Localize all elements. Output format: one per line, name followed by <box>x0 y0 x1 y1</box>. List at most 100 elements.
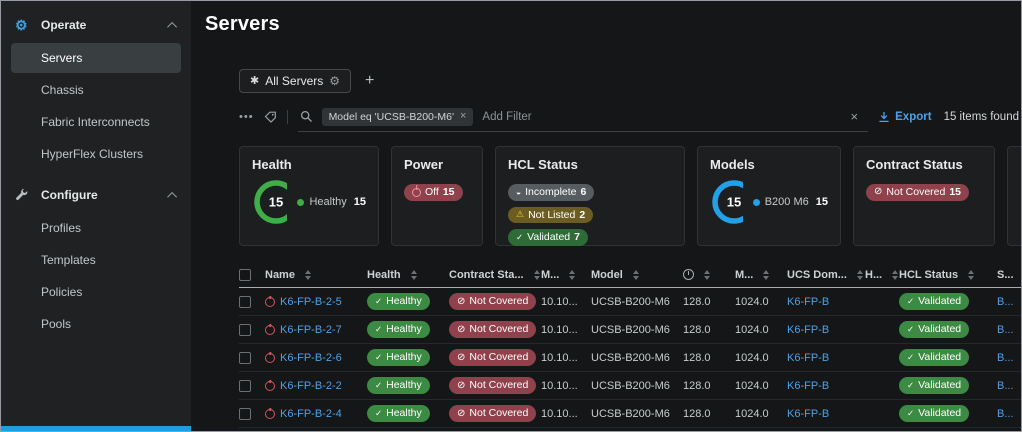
hcl-status-card[interactable]: HCL Status ◒ Incomplete 6 ⚠ Not Listed 2 <box>495 146 685 246</box>
sort-icon <box>968 269 975 280</box>
more-actions-icon[interactable]: ••• <box>239 111 254 123</box>
ucs-domain-link[interactable]: K6-FP-B <box>787 352 829 364</box>
sidebar-item-servers[interactable]: Servers <box>11 43 181 73</box>
tag-icon[interactable] <box>264 111 277 124</box>
chip-close-icon[interactable]: × <box>460 111 466 122</box>
server-name-link[interactable]: K6-FP-B-2-6 <box>280 352 342 364</box>
sidebar-item-fabric-interconnects[interactable]: Fabric Interconnects <box>11 107 181 137</box>
column-header-health[interactable]: Health <box>367 269 449 281</box>
card-title: Models <box>710 157 755 172</box>
model-cell: UCSB-B200-M6 <box>591 407 670 420</box>
badge-value: 7 <box>574 231 580 243</box>
management-ip-cell: 10.10... <box>541 351 578 364</box>
server-name-link[interactable]: K6-FP-B-2-2 <box>280 380 342 392</box>
sidebar: ⚙ Operate Servers Chassis Fabric Interco… <box>1 1 191 431</box>
server-profile-link[interactable]: B... <box>997 352 1014 364</box>
badge-label: Off <box>425 186 439 198</box>
badge-label: Validated <box>527 231 571 243</box>
table-row[interactable]: K6-FP-B-2-4 ✓ Healthy ⊘ Not Covered 10.10.… <box>239 400 1021 428</box>
incomplete-badge[interactable]: ◒ Incomplete 6 <box>508 184 595 201</box>
cpu-capacity-cell: 128.0 <box>683 351 711 364</box>
models-card[interactable]: Models 15 B200 M6 15 <box>697 146 841 246</box>
row-checkbox[interactable] <box>239 351 251 364</box>
sidebar-item-hyperflex-clusters[interactable]: HyperFlex Clusters <box>11 139 181 169</box>
sidebar-item-chassis[interactable]: Chassis <box>11 75 181 105</box>
export-label: Export <box>895 111 932 123</box>
filter-chip[interactable]: Model eq 'UCSB-B200-M6' × <box>321 107 474 126</box>
card-title: Health <box>252 157 292 172</box>
badge-label: Not Covered <box>886 186 946 198</box>
tab-all-servers[interactable]: ✱ All Servers ⚙ <box>239 69 351 93</box>
server-profile-link[interactable]: B... <box>997 380 1014 392</box>
check-icon: ✓ <box>907 380 915 391</box>
server-profile-link[interactable]: B... <box>997 408 1014 420</box>
column-header-management-ip[interactable]: M... <box>541 269 591 281</box>
health-legend: Healthy 15 <box>297 196 366 208</box>
content: ✱ All Servers ⚙ + ••• Model eq 'UCSB-B20… <box>239 68 1021 428</box>
sidebar-section-operate[interactable]: ⚙ Operate <box>1 9 191 41</box>
column-header-s[interactable]: S... <box>997 269 1021 281</box>
sidebar-section-configure[interactable]: Configure <box>1 179 191 211</box>
server-name-link[interactable]: K6-FP-B-2-5 <box>280 296 342 308</box>
servers-table: Name Health Contract Sta... M... Model M… <box>239 262 1021 428</box>
sidebar-item-policies[interactable]: Policies <box>11 277 181 307</box>
sidebar-item-label: Pools <box>41 317 72 331</box>
row-checkbox[interactable] <box>239 407 251 420</box>
table-row[interactable]: K6-FP-B-2-5 ✓ Healthy ⊘ Not Covered 10.10.… <box>239 288 1021 316</box>
not-covered-badge[interactable]: ⊘ Not Covered 15 <box>866 184 970 201</box>
legend-dot <box>752 198 760 206</box>
not-covered-icon: ⊘ <box>457 407 466 419</box>
export-button[interactable]: Export <box>878 111 932 123</box>
clear-filters-icon[interactable]: × <box>843 109 867 124</box>
sidebar-item-profiles[interactable]: Profiles <box>11 213 181 243</box>
ucs-domain-link[interactable]: K6-FP-B <box>787 296 829 308</box>
chevron-up-icon[interactable] <box>167 21 178 32</box>
server-profile-link[interactable]: B... <box>997 324 1014 336</box>
add-tab-button[interactable]: + <box>361 73 378 89</box>
tab-settings-gear-icon[interactable]: ⚙ <box>329 75 340 87</box>
filter-bar: ••• Model eq 'UCSB-B200-M6' × Add Filter… <box>239 102 1021 132</box>
server-profile-link[interactable]: B... <box>997 296 1014 308</box>
sidebar-item-templates[interactable]: Templates <box>11 245 181 275</box>
row-checkbox[interactable] <box>239 379 251 392</box>
column-header-model[interactable]: Model <box>591 269 683 281</box>
legend-label: B200 M6 <box>764 196 809 208</box>
validated-badge[interactable]: ✓ Validated 7 <box>508 229 588 246</box>
power-off-icon <box>265 352 275 363</box>
ucs-domain-link[interactable]: K6-FP-B <box>787 324 829 336</box>
row-checkbox[interactable] <box>239 295 251 308</box>
server-name-link[interactable]: K6-FP-B-2-7 <box>280 324 342 336</box>
column-header-contract-status[interactable]: Contract Sta... <box>449 269 541 281</box>
table-row[interactable]: K6-FP-B-2-2 ✓ Healthy ⊘ Not Covered 10.10.… <box>239 372 1021 400</box>
model-cell: UCSB-B200-M6 <box>591 351 670 364</box>
not-covered-icon: ⊘ <box>457 323 466 335</box>
column-header-name[interactable]: Name <box>265 269 367 281</box>
ucs-domain-link[interactable]: K6-FP-B <box>787 380 829 392</box>
column-header-ucs-domain[interactable]: UCS Dom... <box>787 269 865 281</box>
table-row[interactable]: K6-FP-B-2-6 ✓ Healthy ⊘ Not Covered 10.10.… <box>239 344 1021 372</box>
column-header-memory[interactable]: M... <box>735 269 787 281</box>
filter-input[interactable]: Model eq 'UCSB-B200-M6' × Add Filter × <box>297 102 869 132</box>
sidebar-item-pools[interactable]: Pools <box>11 309 181 339</box>
ucs-domain-link[interactable]: K6-FP-B <box>787 408 829 420</box>
page-title: Servers <box>205 13 280 35</box>
contract-status-card[interactable]: Contract Status ⊘ Not Covered 15 <box>853 146 995 246</box>
chevron-up-icon[interactable] <box>167 191 178 202</box>
table-header: Name Health Contract Sta... M... Model M… <box>239 262 1021 288</box>
contract-status-badge: ⊘ Not Covered <box>449 321 537 338</box>
health-card[interactable]: Health 15 Healthy 15 <box>239 146 379 246</box>
server-name-link[interactable]: K6-FP-B-2-4 <box>280 408 342 420</box>
not-listed-badge[interactable]: ⚠ Not Listed 2 <box>508 206 594 223</box>
add-filter-placeholder[interactable]: Add Filter <box>482 111 531 123</box>
column-header-hcl-status[interactable]: HCL Status <box>899 269 997 281</box>
column-header-cpu[interactable] <box>683 269 735 280</box>
power-off-icon <box>265 296 275 307</box>
row-checkbox[interactable] <box>239 323 251 336</box>
column-header-h[interactable]: H... <box>865 269 899 281</box>
power-off-badge[interactable]: Off 15 <box>404 184 463 201</box>
power-off-icon <box>265 380 275 391</box>
power-card[interactable]: Power Off 15 <box>391 146 483 246</box>
table-row[interactable]: K6-FP-B-2-7 ✓ Healthy ⊘ Not Covered 10.10.… <box>239 316 1021 344</box>
wrench-icon <box>15 188 35 203</box>
select-all-checkbox[interactable] <box>239 268 251 281</box>
